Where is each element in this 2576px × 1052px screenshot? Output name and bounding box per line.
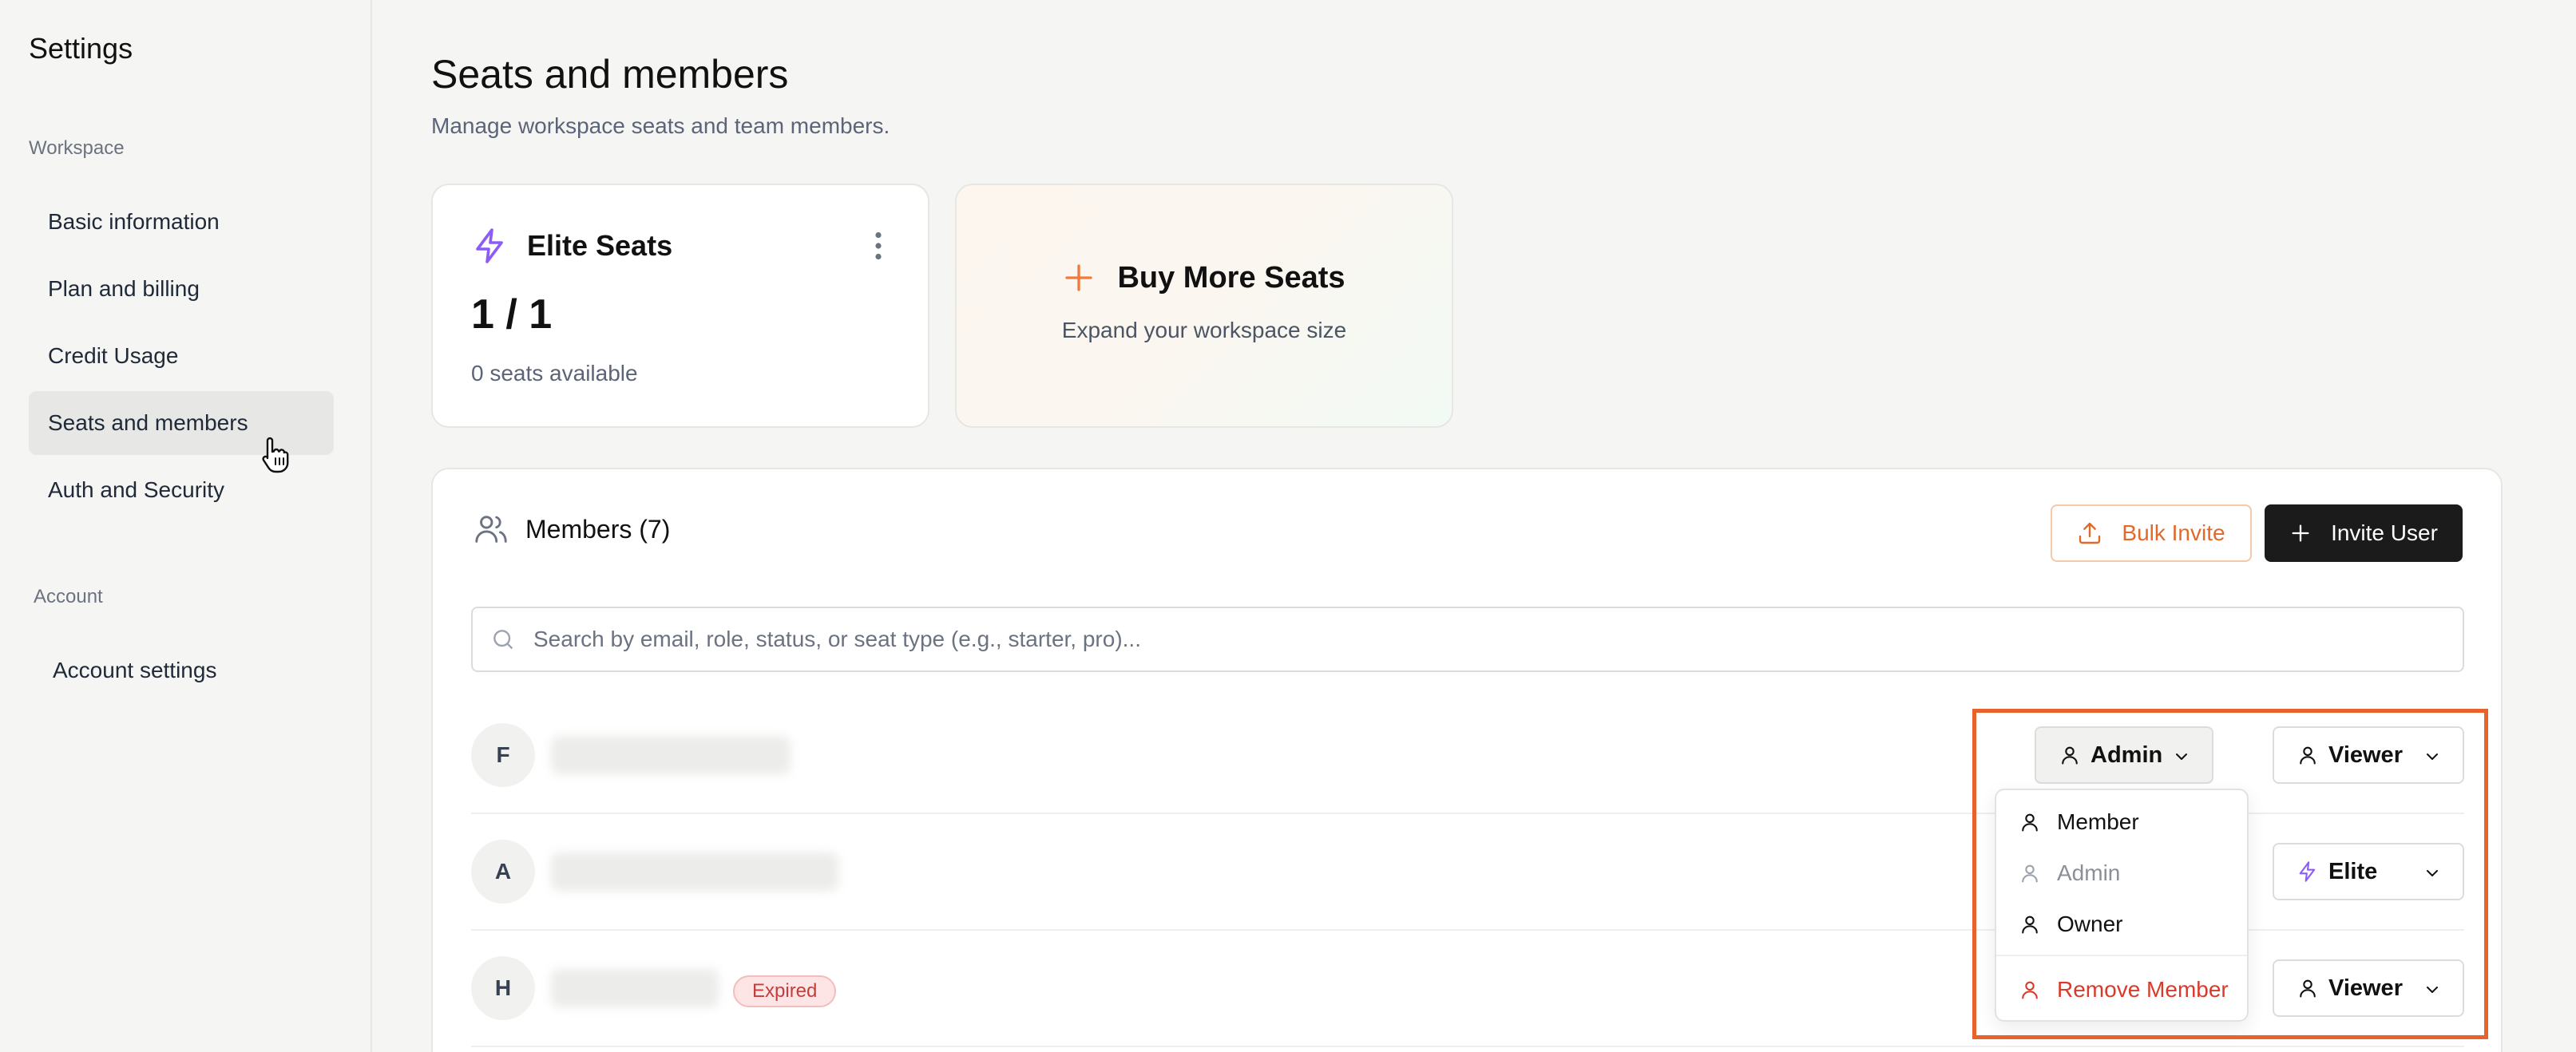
- lightning-icon: [2299, 861, 2316, 882]
- members-title: Members (7): [525, 514, 671, 544]
- search-input[interactable]: [533, 627, 2434, 652]
- page-subtitle: Manage workspace seats and team members.: [431, 113, 890, 138]
- seat-type-value: Viewer: [2328, 742, 2403, 768]
- status-badge: Expired: [733, 975, 837, 1007]
- app-root: Settings Workspace Basic information Pla…: [0, 0, 2576, 1052]
- role-select[interactable]: Admin: [2035, 726, 2213, 784]
- chevron-down-icon: [2427, 870, 2438, 876]
- chevron-down-icon: [2427, 987, 2438, 993]
- person-icon: [2062, 746, 2078, 765]
- seat-type-value: Elite: [2328, 858, 2378, 884]
- sidebar-item-label: Account settings: [53, 658, 217, 682]
- search-box: [471, 607, 2464, 672]
- role-option-owner[interactable]: Owner: [1996, 900, 2247, 948]
- remove-member-label: Remove Member: [2057, 977, 2229, 1002]
- chevron-down-icon: [2427, 753, 2438, 760]
- search-icon: [493, 630, 513, 649]
- members-header: Members (7): [473, 511, 670, 548]
- role-option-label: Member: [2057, 809, 2139, 834]
- sidebar-item-basic-information[interactable]: Basic information: [29, 190, 334, 254]
- upload-icon: [2079, 522, 2101, 544]
- users-icon: [475, 516, 507, 543]
- role-select-value: Admin: [2091, 742, 2163, 768]
- person-icon: [2022, 813, 2038, 832]
- remove-member-button[interactable]: Remove Member: [1996, 966, 2247, 1014]
- member-email-redacted: [551, 969, 719, 1007]
- more-options-icon[interactable]: [874, 231, 883, 260]
- sidebar-item-label: Seats and members: [48, 410, 248, 435]
- role-option-admin: Admin: [1996, 849, 2247, 897]
- hand-cursor-icon: [262, 437, 289, 473]
- sidebar-title: Settings: [29, 32, 133, 65]
- buy-more-seats-title: Buy More Seats: [1117, 260, 1345, 295]
- role-option-label: Owner: [2057, 912, 2123, 936]
- person-icon: [2300, 979, 2316, 998]
- sidebar: Settings Workspace Basic information Pla…: [0, 0, 372, 1052]
- lightning-icon: [476, 228, 503, 263]
- seat-type-select[interactable]: Viewer: [2273, 726, 2464, 784]
- sidebar-item-label: Plan and billing: [48, 276, 200, 301]
- member-email-redacted: [551, 736, 791, 774]
- role-option-label: Admin: [2057, 860, 2121, 885]
- page-title: Seats and members: [431, 52, 789, 97]
- elite-seats-card: Elite Seats 1 / 1 0 seats available: [431, 184, 929, 428]
- role-option-member[interactable]: Member: [1996, 798, 2247, 846]
- person-icon: [2022, 916, 2038, 934]
- member-email-redacted: [551, 852, 838, 891]
- buy-more-seats-header: Buy More Seats: [1063, 261, 1345, 295]
- person-icon: [2300, 746, 2316, 765]
- plus-icon: [2292, 524, 2309, 542]
- invite-user-button[interactable]: Invite User: [2265, 504, 2463, 562]
- dropdown-divider: [1996, 955, 2247, 956]
- bulk-invite-button[interactable]: Bulk Invite: [2051, 504, 2252, 562]
- seat-type-select[interactable]: Viewer: [2273, 959, 2464, 1017]
- person-icon: [2022, 864, 2038, 883]
- sidebar-item-label: Credit Usage: [48, 343, 179, 368]
- sidebar-item-account-settings[interactable]: Account settings: [34, 639, 339, 702]
- seats-available: 0 seats available: [471, 361, 638, 386]
- sidebar-item-label: Auth and Security: [48, 477, 225, 502]
- buy-more-seats-card[interactable]: Buy More Seats Expand your workspace siz…: [955, 184, 1453, 428]
- sidebar-item-credit-usage[interactable]: Credit Usage: [29, 324, 334, 388]
- person-icon: [2022, 981, 2038, 999]
- chevron-down-icon: [2176, 753, 2187, 760]
- buy-more-seats-subtitle: Expand your workspace size: [1061, 317, 1347, 342]
- elite-seats-title: Elite Seats: [527, 229, 673, 262]
- avatar: H: [471, 956, 535, 1020]
- avatar: F: [471, 723, 535, 787]
- seat-count: 1 / 1: [471, 291, 553, 338]
- seat-type-select[interactable]: Elite: [2273, 843, 2464, 900]
- sidebar-item-label: Basic information: [48, 209, 220, 234]
- sidebar-item-plan-and-billing[interactable]: Plan and billing: [29, 257, 334, 321]
- sidebar-section-workspace: Workspace: [29, 137, 125, 159]
- avatar: A: [471, 840, 535, 904]
- bulk-invite-label: Bulk Invite: [2122, 520, 2225, 545]
- plus-icon: [1065, 264, 1093, 291]
- elite-seats-header: Elite Seats: [471, 227, 672, 265]
- role-dropdown-menu: Member Admin Owner Remove Member: [1995, 789, 2249, 1022]
- seat-type-value: Viewer: [2328, 975, 2403, 1001]
- invite-user-label: Invite User: [2331, 520, 2438, 545]
- sidebar-section-account: Account: [34, 586, 103, 607]
